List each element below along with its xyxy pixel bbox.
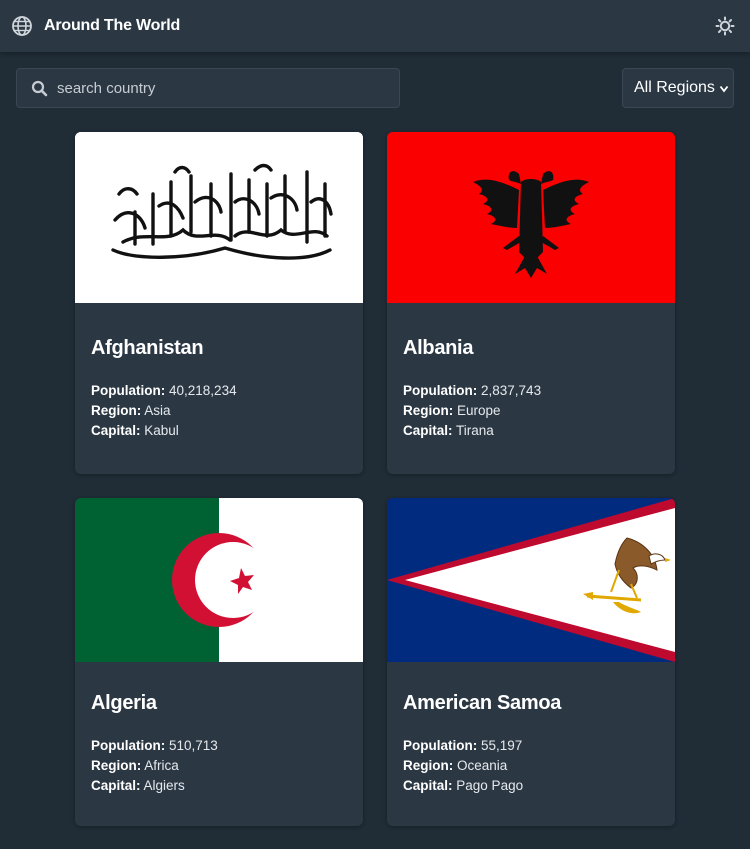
- app-header: Around The World: [0, 0, 750, 52]
- population-label: Population:: [91, 383, 166, 398]
- albania-flag: [387, 132, 675, 303]
- afghanistan-flag: [75, 132, 363, 303]
- capital-row: Capital: Algiers: [91, 776, 218, 796]
- population-value: 2,837,743: [481, 383, 542, 398]
- region-label: Region:: [91, 758, 142, 773]
- country-card-american-samoa[interactable]: American Samoa Population: 55,197 Region…: [387, 498, 675, 826]
- globe-icon: [12, 16, 32, 36]
- capital-label: Capital:: [91, 778, 141, 793]
- country-card-afghanistan[interactable]: Afghanistan Population: 40,218,234 Regio…: [75, 132, 363, 474]
- region-filter-select[interactable]: All Regions: [622, 68, 734, 108]
- search-box: [16, 68, 400, 108]
- population-row: Population: 55,197: [403, 736, 523, 756]
- country-card-albania[interactable]: Albania Population: 2,837,743 Region: Eu…: [387, 132, 675, 474]
- algeria-flag: [75, 498, 363, 662]
- chevron-down-icon: [719, 85, 729, 93]
- capital-label: Capital:: [403, 423, 453, 438]
- capital-value: Pago Pago: [456, 778, 524, 793]
- capital-row: Capital: Pago Pago: [403, 776, 523, 796]
- capital-value: Tirana: [456, 423, 494, 438]
- region-label: Region:: [403, 403, 454, 418]
- region-row: Region: Oceania: [403, 756, 523, 776]
- region-row: Region: Asia: [91, 401, 237, 421]
- population-label: Population:: [91, 738, 166, 753]
- capital-value: Algiers: [143, 778, 185, 793]
- capital-value: Kabul: [144, 423, 179, 438]
- region-filter-value: All Regions: [634, 79, 715, 96]
- american-samoa-flag: [387, 498, 675, 662]
- population-row: Population: 40,218,234: [91, 381, 237, 401]
- population-label: Population:: [403, 383, 478, 398]
- country-info: Population: 40,218,234 Region: Asia Capi…: [91, 381, 237, 441]
- population-value: 55,197: [481, 738, 523, 753]
- region-value: Europe: [457, 403, 501, 418]
- country-name: Algeria: [91, 692, 157, 714]
- country-info: Population: 2,837,743 Region: Europe Cap…: [403, 381, 541, 441]
- region-value: Africa: [144, 758, 179, 773]
- country-card-algeria[interactable]: Algeria Population: 510,713 Region: Afri…: [75, 498, 363, 826]
- country-name: American Samoa: [403, 692, 562, 714]
- region-row: Region: Europe: [403, 401, 541, 421]
- region-label: Region:: [91, 403, 142, 418]
- search-input[interactable]: [55, 69, 395, 107]
- population-row: Population: 510,713: [91, 736, 218, 756]
- sun-icon[interactable]: [715, 16, 735, 36]
- country-info: Population: 510,713 Region: Africa Capit…: [91, 736, 218, 796]
- app-title: Around The World: [44, 17, 181, 34]
- region-value: Oceania: [457, 758, 508, 773]
- capital-row: Capital: Tirana: [403, 421, 541, 441]
- population-row: Population: 2,837,743: [403, 381, 541, 401]
- capital-label: Capital:: [403, 778, 453, 793]
- population-value: 40,218,234: [169, 383, 237, 398]
- country-info: Population: 55,197 Region: Oceania Capit…: [403, 736, 523, 796]
- capital-label: Capital:: [91, 423, 141, 438]
- country-name: Afghanistan: [91, 337, 204, 359]
- region-row: Region: Africa: [91, 756, 218, 776]
- region-value: Asia: [144, 403, 171, 418]
- region-label: Region:: [403, 758, 454, 773]
- population-label: Population:: [403, 738, 478, 753]
- population-value: 510,713: [169, 738, 218, 753]
- search-icon: [31, 80, 48, 97]
- capital-row: Capital: Kabul: [91, 421, 237, 441]
- country-name: Albania: [403, 337, 474, 359]
